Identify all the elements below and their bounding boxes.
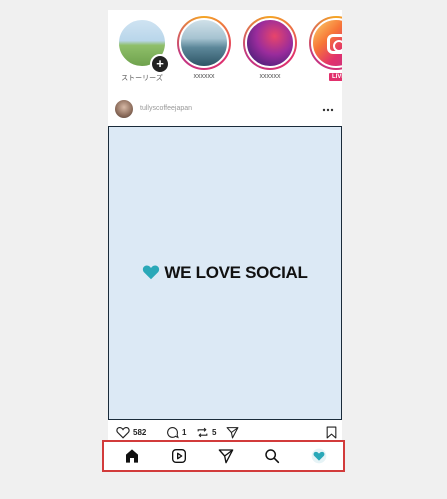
instagram-logo-icon	[311, 18, 342, 68]
story-label: xxxxxx	[259, 73, 281, 80]
more-icon	[322, 108, 334, 112]
send-icon	[226, 427, 239, 439]
nav-search[interactable]	[264, 448, 280, 464]
nav-reels[interactable]	[171, 448, 187, 464]
post-username[interactable]: tullyscoffeejapan	[140, 105, 192, 112]
nav-home[interactable]	[124, 448, 140, 464]
bookmark-icon	[326, 426, 337, 439]
send-icon	[218, 449, 234, 464]
story-ring	[243, 16, 297, 70]
story-item-own[interactable]: + ストーリーズ	[114, 16, 170, 83]
post-avatar[interactable]	[115, 100, 133, 118]
like-count: 582	[133, 428, 147, 437]
comment-count: 1	[182, 428, 187, 437]
search-icon	[265, 449, 280, 464]
repost-count: 5	[212, 428, 217, 437]
repost-button[interactable]: 5	[196, 426, 216, 439]
comment-icon	[167, 427, 179, 439]
story-item[interactable]: xxxxxx	[242, 16, 298, 80]
story-ring	[177, 16, 231, 70]
story-avatar	[245, 18, 295, 68]
stories-bar: + ストーリーズ xxxxxx xxxxxx LIVE	[108, 10, 342, 90]
phone-screen: + ストーリーズ xxxxxx xxxxxx LIVE tullyscoffee…	[108, 10, 342, 472]
bookmark-button[interactable]	[326, 426, 337, 439]
story-label: ストーリーズ	[121, 75, 163, 82]
home-icon	[126, 449, 138, 463]
bottom-nav	[102, 440, 345, 472]
reels-icon	[172, 449, 186, 463]
repost-icon	[197, 427, 208, 438]
post-header: tullyscoffeejapan	[108, 94, 342, 124]
heart-icon	[116, 427, 130, 439]
add-story-badge[interactable]: +	[150, 54, 170, 74]
nav-activity[interactable]	[311, 448, 327, 464]
nav-send[interactable]	[218, 448, 234, 464]
comment-button[interactable]: 1	[166, 426, 186, 439]
heart-avatar-icon	[311, 448, 327, 464]
story-item[interactable]: xxxxxx	[176, 16, 232, 80]
brand-text: WE LOVE SOCIAL	[164, 263, 308, 282]
story-item-live[interactable]: LIVE	[308, 16, 342, 82]
story-ring	[309, 16, 342, 70]
story-label: xxxxxx	[193, 73, 215, 80]
brand-logo: WE LOVE SOCIAL	[109, 263, 341, 285]
live-badge: LIVE	[328, 72, 342, 82]
more-options-button[interactable]	[322, 100, 334, 114]
like-button[interactable]: 582	[116, 426, 146, 439]
story-avatar	[179, 18, 229, 68]
share-button[interactable]	[226, 426, 239, 439]
heart-logo-icon	[142, 264, 160, 285]
post-image[interactable]: WE LOVE SOCIAL	[108, 126, 342, 420]
